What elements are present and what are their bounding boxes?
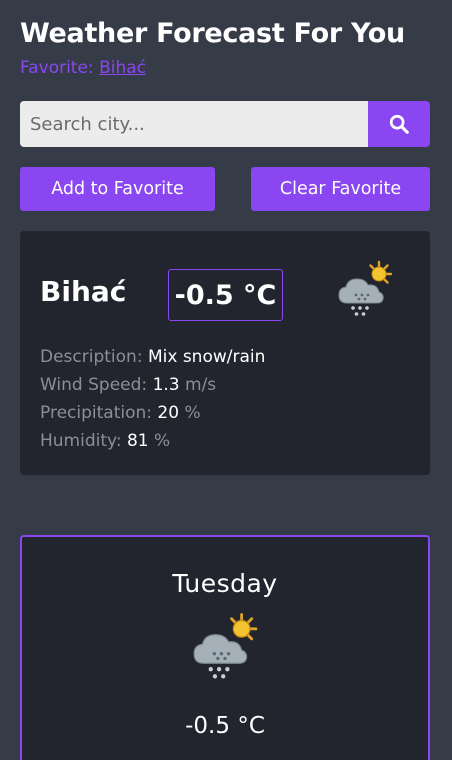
wind-speed-value: 1.3 <box>152 375 180 395</box>
humidity-value: 81 <box>126 431 149 451</box>
page-title: Weather Forecast For You <box>20 18 405 49</box>
forecast-temperature: -0.5 °C <box>185 713 265 739</box>
humidity-row: Humidity: 81 % <box>40 427 265 455</box>
weather-details: Description: Mix snow/rain Wind Speed: 1… <box>40 343 265 455</box>
forecast-day-card[interactable]: Tuesday -0.5 °C <box>20 535 430 760</box>
snow-rain-sun-icon <box>338 260 393 316</box>
favorite-line: Favorite: Bihać <box>20 58 146 78</box>
precipitation-value: 20 <box>157 403 180 423</box>
favorite-label: Favorite: <box>20 58 94 78</box>
favorite-city-link[interactable]: Bihać <box>99 58 146 78</box>
precipitation-label: Precipitation: <box>40 403 152 423</box>
add-favorite-button[interactable]: Add to Favorite <box>20 167 215 211</box>
search-bar <box>20 101 430 147</box>
wind-speed-unit: m/s <box>185 375 217 395</box>
current-weather-card: Bihać -0.5 °C Description: Mix snow/rain… <box>20 231 430 475</box>
description-row: Description: Mix snow/rain <box>40 343 265 371</box>
wind-speed-row: Wind Speed: 1.3 m/s <box>40 371 265 399</box>
wind-speed-label: Wind Speed: <box>40 375 148 395</box>
search-icon <box>389 114 409 134</box>
humidity-label: Humidity: <box>40 431 122 451</box>
description-label: Description: <box>40 347 143 367</box>
city-name: Bihać <box>40 275 127 308</box>
clear-favorite-button[interactable]: Clear Favorite <box>251 167 430 211</box>
description-value: Mix snow/rain <box>147 347 266 367</box>
weather-app: Weather Forecast For You Favorite: Bihać… <box>0 0 452 760</box>
snow-rain-sun-icon <box>193 613 258 679</box>
search-input[interactable] <box>20 101 368 147</box>
search-button[interactable] <box>368 101 430 147</box>
humidity-unit: % <box>154 431 171 451</box>
precipitation-unit: % <box>184 403 201 423</box>
forecast-day-name: Tuesday <box>172 569 278 598</box>
current-temperature: -0.5 °C <box>168 269 283 321</box>
precipitation-row: Precipitation: 20 % <box>40 399 265 427</box>
